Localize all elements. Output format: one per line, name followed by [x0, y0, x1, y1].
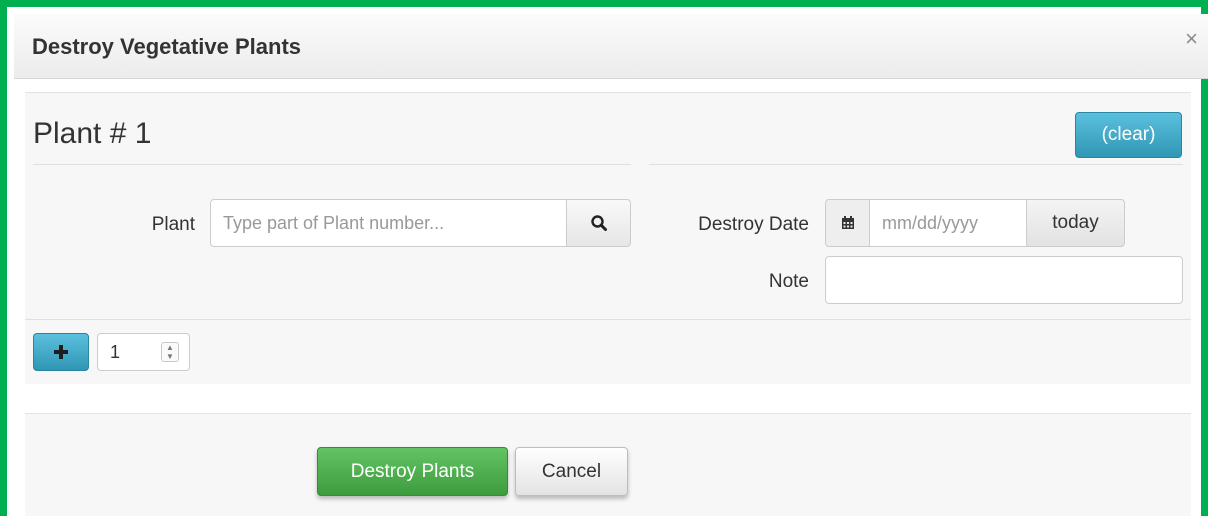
modal-footer: Destroy Plants Cancel — [25, 414, 1191, 516]
quantity-stepper[interactable]: 1 ▲ ▼ — [97, 333, 190, 371]
close-icon[interactable]: × — [1185, 28, 1198, 50]
chevron-down-icon[interactable]: ▼ — [166, 352, 174, 361]
plant-heading: Plant # 1 — [33, 117, 152, 150]
quantity-value: 1 — [110, 341, 121, 362]
plant-entry-panel: Plant # 1 (clear) Plant Type part of Pla… — [25, 92, 1191, 384]
destroy-date-label: Destroy Date — [698, 214, 809, 235]
cancel-button[interactable]: Cancel — [515, 447, 628, 496]
calendar-icon — [841, 216, 854, 229]
plant-search-button[interactable] — [566, 199, 631, 247]
today-button[interactable]: today — [1026, 199, 1125, 247]
clear-button[interactable]: (clear) — [1075, 112, 1182, 158]
chevron-up-icon[interactable]: ▲ — [166, 343, 174, 352]
search-icon — [590, 215, 607, 231]
plus-icon — [54, 345, 68, 359]
destroy-date-input[interactable]: mm/dd/yyyy — [869, 199, 1027, 247]
dialog-frame: Destroy Vegetative Plants × Plant # 1 (c… — [0, 0, 1208, 516]
calendar-addon — [825, 199, 870, 247]
destroy-plants-button[interactable]: Destroy Plants — [317, 447, 508, 496]
plant-search-input[interactable]: Type part of Plant number... — [210, 199, 567, 247]
quantity-spinner[interactable]: ▲ ▼ — [161, 342, 179, 362]
add-row-bar: 1 ▲ ▼ — [25, 319, 1191, 384]
add-plant-button[interactable] — [33, 333, 89, 371]
modal-title: Destroy Vegetative Plants — [32, 34, 302, 59]
plant-label: Plant — [151, 214, 195, 235]
heading-divider-left — [33, 164, 631, 165]
note-label: Note — [768, 271, 809, 292]
note-input[interactable] — [825, 256, 1183, 304]
heading-divider-right — [649, 164, 1183, 165]
modal-header: Destroy Vegetative Plants × — [14, 14, 1208, 79]
